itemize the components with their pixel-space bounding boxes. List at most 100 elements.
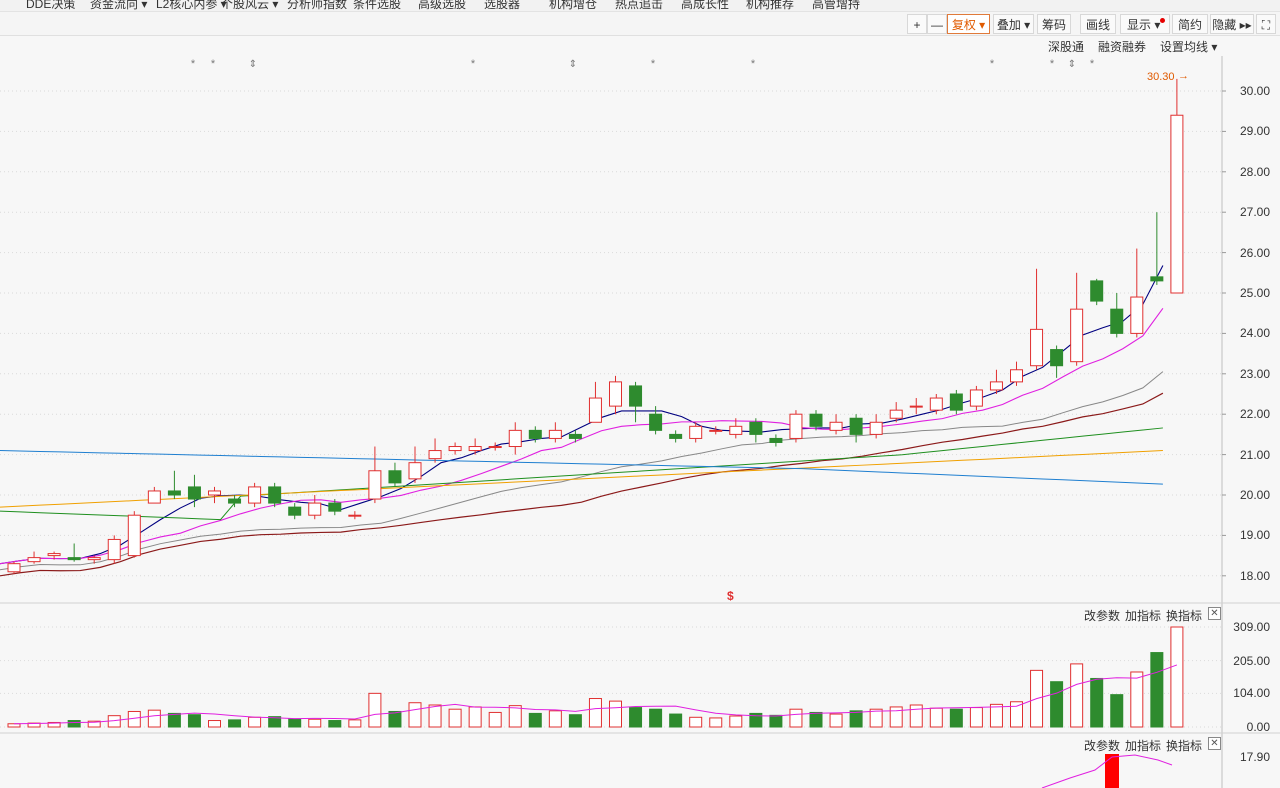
candle-body[interactable]	[1010, 369, 1023, 383]
event-marker[interactable]: *	[751, 58, 756, 70]
volume-bar[interactable]	[729, 715, 743, 728]
candle-body[interactable]	[1050, 349, 1064, 367]
candle-body[interactable]	[428, 450, 442, 460]
candle-body[interactable]	[528, 429, 542, 439]
candle-body[interactable]	[769, 437, 783, 443]
volume-bar[interactable]	[689, 716, 703, 728]
ind-params-button[interactable]: 改参数	[1084, 737, 1120, 754]
event-marker[interactable]: *	[191, 58, 196, 70]
candle-body[interactable]	[588, 397, 602, 423]
candle-body[interactable]	[328, 502, 342, 512]
vol-add-indicator-button[interactable]: 加指标	[1125, 607, 1161, 624]
candle-body[interactable]	[629, 385, 643, 407]
volume-bar[interactable]	[187, 714, 201, 728]
volume-bar[interactable]	[929, 707, 943, 728]
candle-body[interactable]	[147, 490, 161, 504]
volume-bar[interactable]	[408, 702, 422, 728]
candle-body[interactable]	[1110, 308, 1124, 334]
volume-bar[interactable]	[308, 718, 322, 728]
volume-bar[interactable]	[548, 710, 562, 728]
volume-bar[interactable]	[7, 723, 21, 728]
event-marker[interactable]: *	[211, 58, 216, 70]
candlestick-chart[interactable]: * * * * * * * * ⇕ ⇕ ⇕	[0, 0, 1280, 788]
volume-bar[interactable]	[949, 708, 963, 728]
volume-bar[interactable]	[248, 716, 262, 728]
volume-bar[interactable]	[588, 698, 602, 728]
volume-bar[interactable]	[528, 712, 542, 728]
candle-body[interactable]	[248, 486, 262, 504]
candle-body[interactable]	[388, 470, 402, 484]
ind-close-icon[interactable]: ✕	[1208, 737, 1221, 750]
candle-body[interactable]	[849, 417, 863, 435]
candle-body[interactable]	[408, 462, 422, 480]
candle-body[interactable]	[1130, 296, 1144, 334]
volume-bar[interactable]	[609, 700, 622, 728]
volume-bar[interactable]	[669, 713, 683, 728]
volume-bar[interactable]	[488, 711, 502, 728]
volume-bar[interactable]	[789, 708, 803, 728]
event-marker[interactable]: *	[1090, 58, 1095, 70]
event-marker[interactable]: *	[990, 58, 995, 70]
volume-bar[interactable]	[288, 718, 302, 728]
candle-body[interactable]	[869, 421, 883, 435]
candle-body[interactable]	[689, 425, 703, 439]
volume-bar[interactable]	[909, 704, 923, 728]
volume-bar[interactable]	[709, 717, 723, 728]
event-marker[interactable]: *	[471, 58, 476, 70]
volume-bar[interactable]	[448, 708, 462, 728]
candle-body[interactable]	[448, 446, 462, 452]
dividend-marker[interactable]: $	[727, 589, 734, 603]
vol-params-button[interactable]: 改参数	[1084, 607, 1120, 624]
candle-body[interactable]	[167, 490, 181, 496]
volume-bar[interactable]	[1170, 626, 1184, 728]
candle-body[interactable]	[268, 486, 282, 504]
event-marker[interactable]: ⇕	[1068, 59, 1076, 70]
volume-bar[interactable]	[649, 708, 663, 728]
candle-body[interactable]	[208, 490, 221, 496]
candle-body[interactable]	[989, 381, 1003, 391]
candle-body[interactable]	[709, 429, 723, 432]
volume-bar[interactable]	[1090, 677, 1104, 728]
volume-bar[interactable]	[468, 706, 482, 728]
candle-body[interactable]	[568, 433, 582, 439]
volume-bar[interactable]	[568, 714, 582, 728]
volume-bar[interactable]	[147, 709, 161, 728]
volume-bar[interactable]	[1070, 663, 1084, 728]
indicator-bar[interactable]	[1105, 754, 1119, 788]
candle-body[interactable]	[729, 425, 743, 435]
volume-bar[interactable]	[1110, 694, 1124, 728]
candle-body[interactable]	[1030, 328, 1044, 367]
candle-body[interactable]	[969, 389, 983, 407]
event-marker[interactable]: *	[1050, 58, 1055, 70]
volume-bar[interactable]	[508, 705, 522, 728]
candle-body[interactable]	[909, 405, 923, 408]
volume-bar[interactable]	[167, 712, 181, 728]
ind-add-indicator-button[interactable]: 加指标	[1125, 737, 1161, 754]
volume-bar[interactable]	[388, 710, 402, 728]
volume-bar[interactable]	[208, 720, 221, 728]
volume-bar[interactable]	[849, 710, 863, 728]
event-marker[interactable]: ⇕	[569, 59, 577, 70]
candle-body[interactable]	[488, 446, 502, 449]
candle-body[interactable]	[749, 421, 763, 435]
candle-body[interactable]	[348, 514, 362, 517]
candle-body[interactable]	[889, 409, 903, 419]
candle-body[interactable]	[127, 514, 141, 557]
candle-body[interactable]	[288, 506, 302, 516]
volume-bar[interactable]	[629, 707, 643, 728]
event-marker[interactable]: ⇕	[249, 59, 257, 70]
candle-body[interactable]	[1150, 276, 1164, 282]
candle-body[interactable]	[1070, 308, 1084, 363]
candle-body[interactable]	[929, 397, 943, 411]
candle-body[interactable]	[228, 498, 242, 504]
volume-bar[interactable]	[328, 720, 342, 728]
volume-bar[interactable]	[829, 713, 843, 728]
volume-bar[interactable]	[809, 711, 823, 728]
ind-switch-indicator-button[interactable]: 换指标	[1166, 737, 1202, 754]
candle-body[interactable]	[87, 557, 101, 561]
candle-body[interactable]	[789, 413, 803, 439]
candle-body[interactable]	[7, 563, 21, 573]
volume-bar[interactable]	[428, 704, 442, 728]
candle-body[interactable]	[47, 553, 61, 557]
candle-body[interactable]	[468, 446, 482, 452]
